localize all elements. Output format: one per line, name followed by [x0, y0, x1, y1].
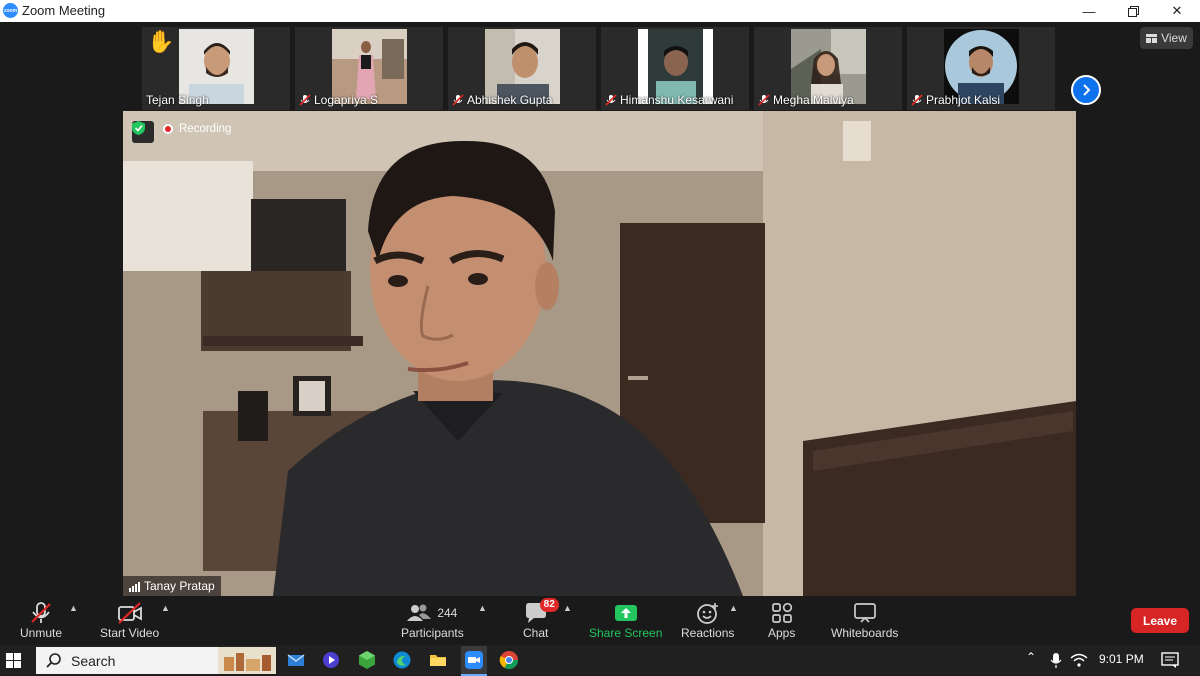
start-video-button[interactable]: Start Video: [100, 600, 159, 640]
taskbar-clock[interactable]: 9:01 PM: [1099, 652, 1144, 666]
minimize-icon[interactable]: —: [1066, 0, 1112, 22]
speaker-name: Tanay Pratap: [144, 579, 215, 593]
video-options-caret[interactable]: ▲: [161, 603, 170, 613]
grid-icon: [1146, 33, 1158, 43]
muted-mic-icon: [605, 94, 617, 106]
chat-unread-badge: 82: [539, 598, 559, 612]
speaker-video-frame: [123, 111, 1076, 596]
participant-name: Abhishek Gupta: [452, 93, 552, 107]
raised-hand-icon: ✋: [147, 29, 175, 54]
participant-name: Logapriya S: [299, 93, 378, 107]
apps-icon: [771, 602, 792, 623]
speaker-name-tag: Tanay Pratap: [123, 576, 221, 596]
participants-icon: [407, 604, 432, 621]
media-player-icon[interactable]: [321, 650, 341, 670]
security-shield-icon[interactable]: [132, 121, 154, 143]
audio-options-caret[interactable]: ▲: [69, 603, 78, 613]
participant-name: Prabhjot Kalsi: [911, 93, 1000, 107]
share-screen-button[interactable]: Share Screen: [589, 600, 662, 640]
whiteboard-icon: [853, 603, 876, 623]
recording-indicator[interactable]: Recording: [163, 123, 231, 135]
chevron-right-icon: [1083, 84, 1091, 96]
search-icon: [46, 653, 61, 668]
whiteboards-button[interactable]: Whiteboards: [831, 600, 898, 640]
participants-button[interactable]: 244 Participants: [401, 600, 464, 640]
reactions-button[interactable]: Reactions: [681, 600, 734, 640]
active-speaker-video: Recording Tanay Pratap: [123, 111, 1076, 596]
taskbar-search-box[interactable]: Search: [36, 647, 276, 674]
mail-icon[interactable]: [286, 650, 306, 670]
notifications-icon[interactable]: [1160, 650, 1180, 670]
reactions-options-caret[interactable]: ▲: [729, 603, 738, 613]
wifi-icon[interactable]: [1069, 650, 1089, 670]
tray-microphone-icon[interactable]: [1046, 650, 1066, 670]
tray-overflow-caret[interactable]: ⌃: [1026, 650, 1036, 664]
participant-count: 244: [437, 606, 458, 620]
leave-button[interactable]: Leave: [1131, 608, 1189, 633]
windows-taskbar: Search ⌃ 9:01 PM: [0, 645, 1200, 676]
chat-options-caret[interactable]: ▲: [563, 603, 572, 613]
search-highlight-image: [218, 647, 276, 674]
title-bar: zoom Zoom Meeting — ✕: [0, 0, 1200, 22]
recording-label: Recording: [179, 123, 232, 135]
participant-tile[interactable]: Logapriya S: [295, 27, 443, 110]
participant-tile[interactable]: Abhishek Gupta: [448, 27, 596, 110]
participants-options-caret[interactable]: ▲: [478, 603, 487, 613]
zoom-taskbar-item[interactable]: [461, 646, 487, 676]
share-screen-icon: [614, 605, 637, 621]
muted-mic-icon: [911, 94, 923, 106]
participant-name: Tejan Singh: [146, 93, 209, 107]
chat-button[interactable]: 82 Chat: [523, 598, 559, 640]
muted-mic-icon: [299, 94, 311, 106]
unmute-button[interactable]: Unmute: [20, 600, 62, 640]
zoom-app-icon: [465, 651, 483, 669]
participant-tile[interactable]: ✋ Tejan Singh: [142, 27, 290, 110]
view-button[interactable]: View: [1140, 27, 1193, 49]
restore-icon[interactable]: [1110, 0, 1156, 22]
zoom-logo-icon: zoom: [3, 3, 18, 18]
participant-strip: ✋ Tejan Singh Logapriya S Abhishek Gupta…: [0, 22, 1200, 110]
close-icon[interactable]: ✕: [1154, 0, 1200, 22]
participant-name: Megha Malviya: [758, 93, 854, 107]
record-icon: [163, 124, 173, 134]
windows-start-icon[interactable]: [6, 653, 21, 668]
meeting-toolbar: Unmute ▲ Start Video ▲ 244 Participants …: [0, 597, 1200, 645]
edge-browser-icon[interactable]: [392, 650, 412, 670]
muted-mic-icon: [758, 94, 770, 106]
window-title: Zoom Meeting: [22, 3, 106, 18]
chrome-browser-icon[interactable]: [499, 650, 519, 670]
signal-bars-icon: [129, 581, 140, 592]
participant-tile[interactable]: Himanshu Kesarwani: [601, 27, 749, 110]
file-explorer-icon[interactable]: [428, 650, 448, 670]
participant-tile[interactable]: Megha Malviya: [754, 27, 902, 110]
participant-tile[interactable]: Prabhjot Kalsi: [907, 27, 1055, 110]
muted-microphone-icon: [31, 602, 51, 623]
participant-name: Himanshu Kesarwani: [605, 93, 733, 107]
apps-button[interactable]: Apps: [768, 600, 795, 640]
video-off-icon: [117, 602, 142, 624]
app-cube-icon[interactable]: [357, 650, 377, 670]
reactions-icon: [696, 603, 718, 624]
muted-mic-icon: [452, 94, 464, 106]
next-page-button[interactable]: [1071, 75, 1101, 105]
